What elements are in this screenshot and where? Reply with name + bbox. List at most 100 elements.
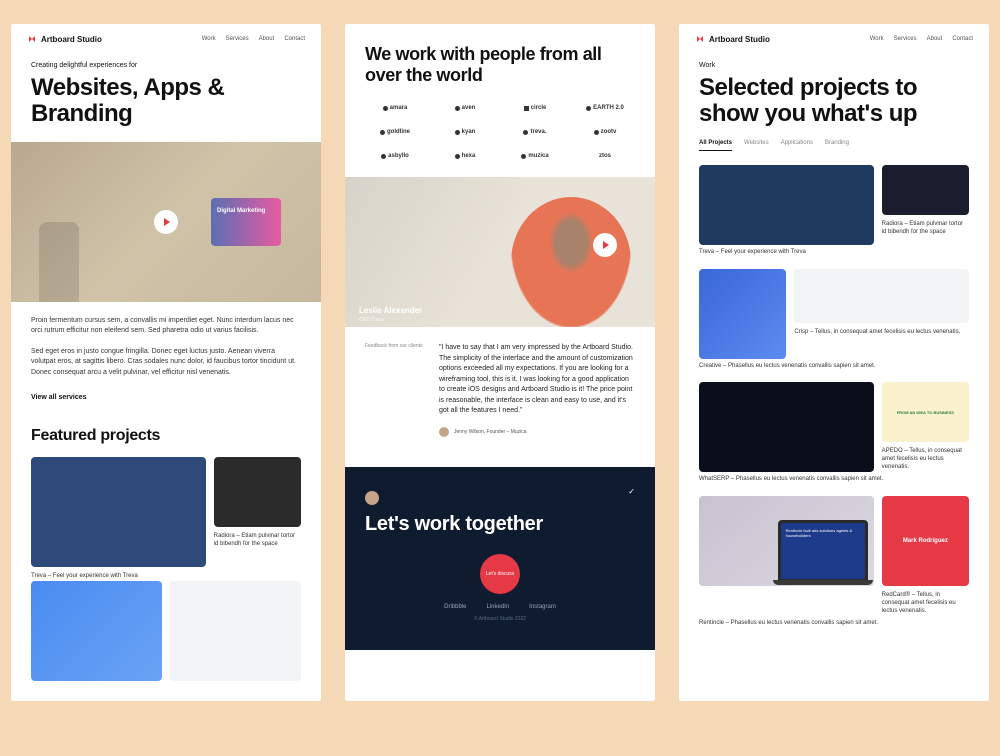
work-grid: Radiora – Etiam pulvinar tortor id biben…: [679, 165, 989, 660]
tab-all[interactable]: All Projects: [699, 140, 732, 151]
clients-grid: amara aven circle EARTH 2.0 goldline kya…: [345, 101, 655, 177]
nav-about[interactable]: About: [259, 36, 275, 42]
hero-slide-label: Digital Marketing: [211, 198, 281, 224]
tile-text: FROM AN IDEA TO BUSINESS: [897, 410, 954, 415]
quote-block: Feedback from our clients "I have to say…: [345, 327, 655, 453]
nav-services[interactable]: Services: [226, 36, 249, 42]
project-caption: Rentincle – Phasellus eu lectus venenati…: [699, 620, 969, 628]
nav-contact[interactable]: Contact: [952, 36, 973, 42]
intro-p2: Sed eget eros in justo congue fringilla.…: [31, 347, 301, 379]
project-caption: Crisp – Tellus, in consequat amet feceli…: [794, 329, 969, 337]
hero-title: Websites, Apps & Branding: [31, 75, 301, 128]
logo-text: Artboard Studio: [709, 35, 770, 44]
project-tile-rentincle[interactable]: Rentincle bulk ads solutions agents & ho…: [699, 496, 874, 586]
nav-work[interactable]: Work: [202, 36, 216, 42]
client-logo: hexa: [435, 153, 495, 159]
clients-title: We work with people from all over the wo…: [345, 24, 655, 101]
client-logo: treva.: [505, 129, 565, 135]
client-logo: EARTH 2.0: [575, 105, 635, 111]
logo-icon: [695, 34, 705, 44]
hero-slide: Digital Marketing: [211, 198, 281, 246]
main-nav: Work Services About Contact: [202, 36, 305, 42]
project-caption: Radiora – Etiam pulvinar tortor id biben…: [214, 533, 301, 549]
hero-kicker: Creating delightful experiences for: [31, 62, 301, 69]
cta-title: Let's work together: [365, 513, 635, 536]
laptop-text: Rentincle bulk ads solutions agents & ho…: [781, 523, 865, 545]
project-caption: Creative – Phasellus eu lectus venenatis…: [699, 363, 969, 371]
testimonial-name: Leslie Alexander: [359, 306, 422, 315]
client-logo: ztos: [575, 153, 635, 159]
client-logo: kyan: [435, 129, 495, 135]
testimonial-video: Leslie Alexander CEO Treva: [345, 177, 655, 327]
intro-p1: Proin fermentum cursus sem, a convallis …: [31, 316, 301, 337]
client-logo: zootv: [575, 129, 635, 135]
featured-grid: Treva – Feel your experience with Treva …: [11, 457, 321, 581]
tab-applications[interactable]: Applications: [781, 140, 813, 151]
intro-copy: Proin fermentum cursus sem, a convallis …: [11, 316, 321, 389]
project-tile-crisp[interactable]: [170, 581, 301, 681]
tab-branding[interactable]: Branding: [825, 140, 849, 151]
checkmark-icon: ✓: [628, 487, 635, 496]
project-tile-apedo[interactable]: FROM AN IDEA TO BUSINESS: [882, 382, 969, 442]
laptop-icon: Rentincle bulk ads solutions agents & ho…: [778, 520, 868, 582]
filter-tabs: All Projects Websites Applications Brand…: [679, 140, 989, 151]
client-logo: amara: [365, 105, 425, 111]
project-tile-treva[interactable]: [699, 165, 874, 245]
nav-services[interactable]: Services: [894, 36, 917, 42]
nav-work[interactable]: Work: [870, 36, 884, 42]
logo-text: Artboard Studio: [41, 35, 102, 44]
copyright: © Artboard Studio 2022: [365, 616, 635, 622]
nav-about[interactable]: About: [927, 36, 943, 42]
footer-link-dribbble[interactable]: Dribbble: [444, 604, 466, 610]
column-work: Artboard Studio Work Services About Cont…: [679, 24, 989, 701]
work-title: Selected projects to show you what's up: [699, 75, 969, 128]
work-kicker: Work: [699, 62, 969, 69]
view-all-services-link[interactable]: View all services: [11, 394, 321, 401]
client-logo: goldline: [365, 129, 425, 135]
project-tile-creative[interactable]: [31, 581, 162, 681]
cta-button[interactable]: Let's discuss: [480, 554, 520, 594]
project-tile-radiora[interactable]: [882, 165, 969, 215]
project-tile-crisp[interactable]: [794, 269, 969, 323]
footer-link-linkedin[interactable]: LinkedIn: [486, 604, 509, 610]
hero-image: Digital Marketing: [11, 142, 321, 302]
testimonial-role: CEO Treva: [359, 317, 384, 323]
featured-grid-2: [11, 581, 321, 701]
tile-text: Mark Rodriguez: [903, 538, 948, 544]
project-caption: Radiora – Etiam pulvinar tortor id biben…: [882, 221, 969, 237]
project-caption: Treva – Feel your experience with Treva: [31, 573, 206, 581]
nav-contact[interactable]: Contact: [284, 36, 305, 42]
site-header: Artboard Studio Work Services About Cont…: [11, 24, 321, 54]
project-caption: Treva – Feel your experience with Treva: [699, 249, 969, 257]
footer-links: Dribbble LinkedIn Instagram: [365, 604, 635, 610]
project-tile-whatserp[interactable]: [699, 382, 874, 472]
featured-title: Featured projects: [11, 427, 321, 445]
project-tile-creative[interactable]: [699, 269, 786, 359]
project-tile-redcard[interactable]: Mark Rodriguez: [882, 496, 969, 586]
project-tile-radiora[interactable]: [214, 457, 301, 527]
column-about: We work with people from all over the wo…: [345, 24, 655, 701]
project-tile-treva[interactable]: [31, 457, 206, 567]
play-button[interactable]: [154, 210, 178, 234]
project-caption: WhatSERP – Phasellus eu lectus venenatis…: [699, 476, 969, 484]
tab-websites[interactable]: Websites: [744, 140, 769, 151]
site-header: Artboard Studio Work Services About Cont…: [679, 24, 989, 54]
client-logo: muzica: [505, 153, 565, 159]
client-logo: aven: [435, 105, 495, 111]
main-nav: Work Services About Contact: [870, 36, 973, 42]
quote-text: "I have to say that I am very impressed …: [439, 343, 635, 417]
logo-icon: [27, 34, 37, 44]
logo[interactable]: Artboard Studio: [695, 34, 770, 44]
avatar: [365, 491, 379, 505]
footer-link-instagram[interactable]: Instagram: [529, 604, 556, 610]
column-home: Artboard Studio Work Services About Cont…: [11, 24, 321, 701]
client-logo: asbyllo: [365, 153, 425, 159]
project-caption: APEDO – Tellus, in consequat amet feceli…: [882, 448, 969, 471]
quote-meta: Feedback from our clients: [365, 343, 425, 437]
testimonial-person-photo: [511, 197, 631, 327]
cta-section: ✓ Let's work together Let's discuss Drib…: [345, 467, 655, 650]
logo[interactable]: Artboard Studio: [27, 34, 102, 44]
avatar: [439, 427, 449, 437]
client-logo: circle: [505, 105, 565, 111]
quote-author: Jenny Wilson, Founder – Muzica: [439, 427, 635, 437]
